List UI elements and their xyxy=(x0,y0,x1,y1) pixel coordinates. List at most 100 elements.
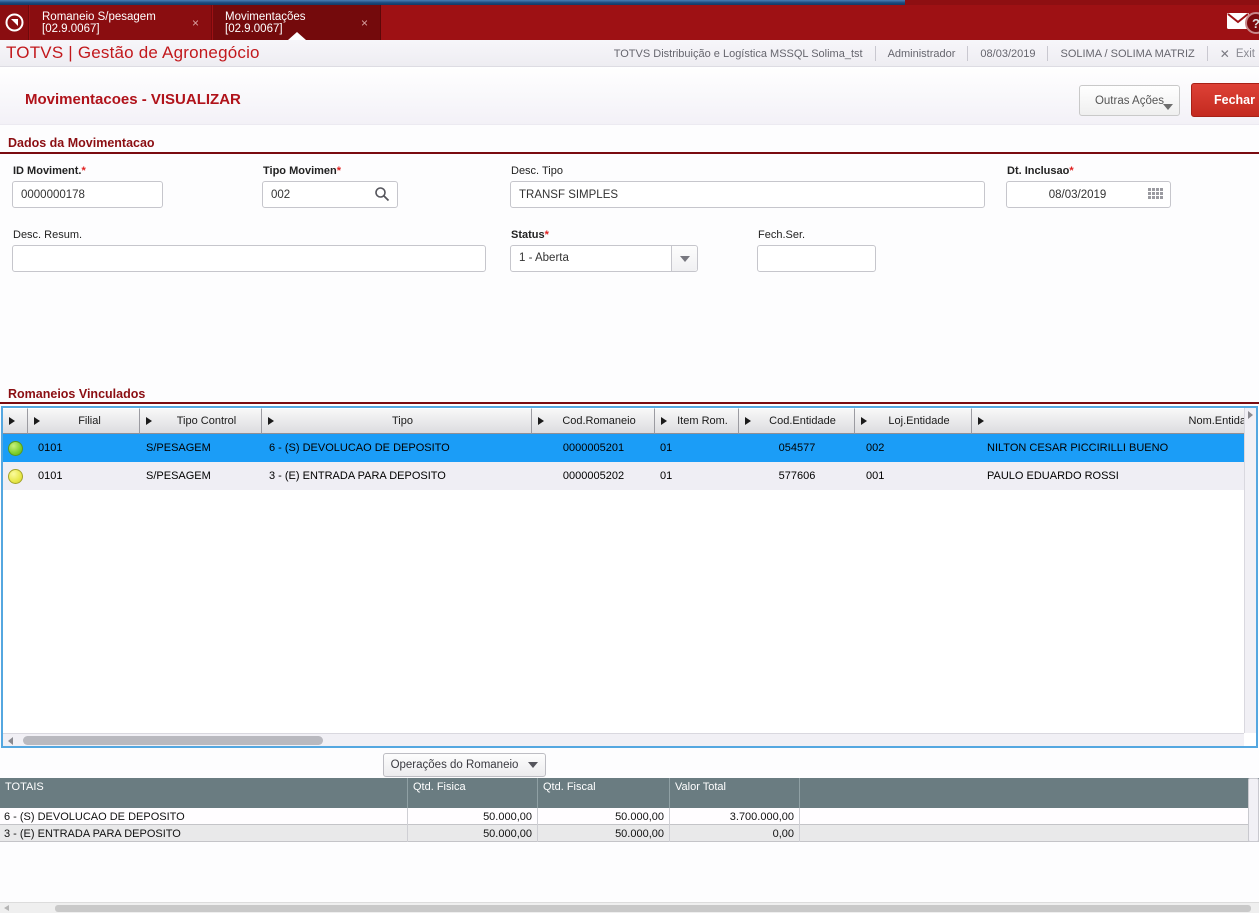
cell-loj-entidade: 001 xyxy=(866,470,885,482)
totals-header-spacer xyxy=(800,778,1259,808)
scrollbar-thumb[interactable] xyxy=(55,905,1251,912)
grid-header-cod-romaneio[interactable]: Cod.Romaneio xyxy=(532,408,655,434)
grid-header-tipo[interactable]: Tipo xyxy=(262,408,532,434)
grid-vertical-scrollbar[interactable] xyxy=(1244,408,1256,733)
status-yellow-icon xyxy=(8,468,23,484)
tipo-movimen-label: Tipo Movimen* xyxy=(263,165,342,177)
scroll-left-icon[interactable] xyxy=(4,905,9,911)
user-label: Administrador xyxy=(887,47,956,60)
chevron-down-icon xyxy=(1163,104,1173,110)
fech-ser-input[interactable] xyxy=(757,245,876,272)
fech-ser-field[interactable] xyxy=(757,245,876,272)
search-icon[interactable] xyxy=(374,186,390,202)
app-window: Romaneio S/pesagem [02.9.0067] × Movimen… xyxy=(0,0,1259,913)
dt-inclusao-input[interactable] xyxy=(1006,181,1171,208)
grid-header-status[interactable] xyxy=(3,408,28,434)
calendar-icon[interactable] xyxy=(1148,188,1163,199)
tab-close-icon[interactable]: × xyxy=(361,16,368,30)
grid-header-nom-entidade[interactable]: Nom.Entida xyxy=(972,408,1246,434)
page-horizontal-scrollbar[interactable] xyxy=(0,902,1259,913)
required-asterisk: * xyxy=(81,165,86,177)
cell-cod-entidade: 577606 xyxy=(778,470,816,482)
totals-qtd-fiscal: 50.000,00 xyxy=(538,825,670,842)
column-arrow-icon xyxy=(9,417,15,425)
date-label: 08/03/2019 xyxy=(980,47,1036,60)
totals-header-qtd-fisica: Qtd. Fisica xyxy=(408,778,538,808)
totvs-logo-icon xyxy=(5,13,24,32)
table-row[interactable]: 0101 S/PESAGEM 6 - (S) DEVOLUCAO DE DEPO… xyxy=(3,434,1256,462)
desc-tipo-label: Desc. Tipo xyxy=(511,165,563,177)
totals-table: TOTAIS Qtd. Fisica Qtd. Fiscal Valor Tot… xyxy=(0,778,1259,842)
required-asterisk: * xyxy=(544,229,549,241)
totals-label: 6 - (S) DEVOLUCAO DE DEPOSITO xyxy=(0,808,408,825)
cell-cod-entidade: 054577 xyxy=(778,442,816,454)
totals-row: 3 - (E) ENTRADA PARA DEPOSITO 50.000,00 … xyxy=(0,825,1259,842)
exit-label: Exit xyxy=(1235,47,1255,60)
dt-inclusao-label: Dt. Inclusao* xyxy=(1007,165,1074,177)
totals-header-valor-total: Valor Total xyxy=(670,778,800,808)
id-moviment-input[interactable] xyxy=(12,181,163,208)
status-value: 1 - Aberta xyxy=(519,252,569,264)
totals-valor-total: 3.700.000,00 xyxy=(670,808,800,825)
grid-header-filial[interactable]: Filial xyxy=(28,408,140,434)
section-rule xyxy=(0,152,1259,154)
status-select[interactable]: 1 - Aberta xyxy=(510,245,698,272)
cell-loj-entidade: 002 xyxy=(866,442,885,454)
cell-nom-entidade: NILTON CESAR PICCIRILLI BUENO xyxy=(987,442,1169,454)
totals-label: 3 - (E) ENTRADA PARA DEPOSITO xyxy=(0,825,408,842)
desc-resum-label: Desc. Resum. xyxy=(13,229,83,241)
id-moviment-field[interactable] xyxy=(12,181,163,208)
totals-qtd-fisica: 50.000,00 xyxy=(408,808,538,825)
grid-header-item-rom[interactable]: Item Rom. xyxy=(655,408,739,434)
totals-header-row: TOTAIS Qtd. Fisica Qtd. Fiscal Valor Tot… xyxy=(0,778,1259,808)
romaneios-grid: Filial Tipo Control Tipo Cod.Romaneio It… xyxy=(1,406,1258,748)
close-button[interactable]: Fechar xyxy=(1191,83,1259,117)
active-tab-caret xyxy=(288,32,306,40)
operacoes-romaneio-label: Operações do Romaneio xyxy=(390,759,519,771)
app-header: TOTVS | Gestão de Agronegócio TOTVS Dist… xyxy=(0,40,1259,67)
required-asterisk: * xyxy=(336,165,342,177)
cell-tipo: 6 - (S) DEVOLUCAO DE DEPOSITO xyxy=(269,442,450,454)
grid-header-row: Filial Tipo Control Tipo Cod.Romaneio It… xyxy=(3,408,1256,434)
status-dropdown-button[interactable] xyxy=(671,246,697,271)
totals-qtd-fisica: 50.000,00 xyxy=(408,825,538,842)
desc-tipo-input[interactable] xyxy=(510,181,985,208)
totals-valor-total: 0,00 xyxy=(670,825,800,842)
totals-scrollbar[interactable] xyxy=(1248,778,1259,842)
table-row[interactable]: 0101 S/PESAGEM 3 - (E) ENTRADA PARA DEPO… xyxy=(3,462,1256,490)
grid-header-loj-entidade[interactable]: Loj.Entidade xyxy=(855,408,972,434)
totals-row: 6 - (S) DEVOLUCAO DE DEPOSITO 50.000,00 … xyxy=(0,808,1259,825)
page-title-bar: Movimentacoes - VISUALIZAR Outras Ações … xyxy=(0,67,1259,125)
dt-inclusao-field[interactable] xyxy=(1006,181,1171,208)
cell-cod-romaneio: 0000005202 xyxy=(562,470,625,482)
cell-item-rom: 01 xyxy=(660,442,673,454)
grid-header-tipo-control[interactable]: Tipo Control xyxy=(140,408,262,434)
help-icon[interactable]: ? xyxy=(1245,12,1259,34)
scroll-left-icon[interactable] xyxy=(8,737,13,745)
cell-tipo: 3 - (E) ENTRADA PARA DEPOSITO xyxy=(269,470,446,482)
section-rule xyxy=(0,402,1259,404)
desc-resum-input[interactable] xyxy=(12,245,486,272)
grid-horizontal-scrollbar[interactable] xyxy=(3,733,1244,746)
cell-nom-entidade: PAULO EDUARDO ROSSI xyxy=(987,470,1119,482)
desc-tipo-field[interactable] xyxy=(510,181,985,208)
other-actions-button[interactable]: Outras Ações xyxy=(1079,85,1180,116)
chevron-down-icon xyxy=(528,762,539,768)
required-asterisk: * xyxy=(1069,165,1074,177)
tipo-movimen-field[interactable] xyxy=(262,181,398,208)
environment-label: TOTVS Distribuição e Logística MSSQL Sol… xyxy=(613,47,863,60)
exit-button[interactable]: ✕ Exit xyxy=(1208,47,1259,61)
desc-resum-field[interactable] xyxy=(12,245,486,272)
grid-header-cod-entidade[interactable]: Cod.Entidade xyxy=(739,408,855,434)
cell-filial: 0101 xyxy=(38,470,63,482)
home-button[interactable] xyxy=(0,5,29,40)
totals-qtd-fiscal: 50.000,00 xyxy=(538,808,670,825)
scrollbar-thumb[interactable] xyxy=(23,736,323,745)
cell-item-rom: 01 xyxy=(660,470,673,482)
operacoes-romaneio-button[interactable]: Operações do Romaneio xyxy=(383,753,546,777)
tab-label: Romaneio S/pesagem [02.9.0067] xyxy=(42,10,156,35)
tab-label: Movimentações [02.9.0067] xyxy=(225,10,306,35)
tab-close-icon[interactable]: × xyxy=(192,16,199,30)
scroll-right-icon[interactable] xyxy=(1248,411,1253,419)
tab-romaneio-spesagem[interactable]: Romaneio S/pesagem [02.9.0067] × xyxy=(30,5,212,40)
